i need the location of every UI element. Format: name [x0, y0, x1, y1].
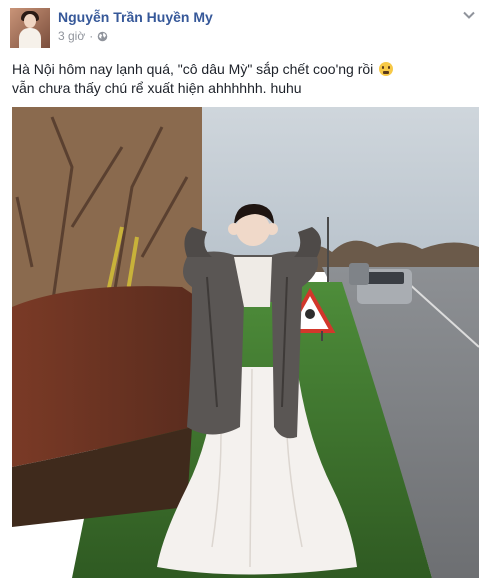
- avatar-face: [24, 14, 36, 28]
- avatar-dress: [19, 28, 41, 48]
- meta-separator: ·: [89, 29, 94, 43]
- post-timestamp[interactable]: 3 giờ: [58, 29, 85, 43]
- post-text: Hà Nội hôm nay lạnh quá, "cô dâu Mỳ" sắp…: [12, 60, 394, 98]
- photo-car-window: [364, 272, 404, 284]
- photo-car-2: [349, 263, 369, 285]
- globe-icon[interactable]: [97, 31, 108, 42]
- post-text-line-2: vẫn chưa thấy chú rể xuất hiện ahhhhhh. …: [12, 80, 302, 96]
- author-name-link[interactable]: Nguyễn Trần Huyền My: [58, 9, 213, 25]
- chevron-down-icon[interactable]: [462, 8, 476, 22]
- post-photo[interactable]: [12, 107, 479, 578]
- facebook-post: Nguyễn Trần Huyền My 3 giờ · Hà Nội hôm …: [0, 0, 486, 578]
- post-meta: 3 giờ ·: [58, 29, 108, 43]
- cold-face-emoji: [379, 62, 394, 76]
- photo-left-trees: [12, 107, 202, 307]
- post-text-line-1: Hà Nội hôm nay lạnh quá, "cô dâu Mỳ" sắp…: [12, 60, 394, 79]
- author-avatar[interactable]: [10, 8, 50, 48]
